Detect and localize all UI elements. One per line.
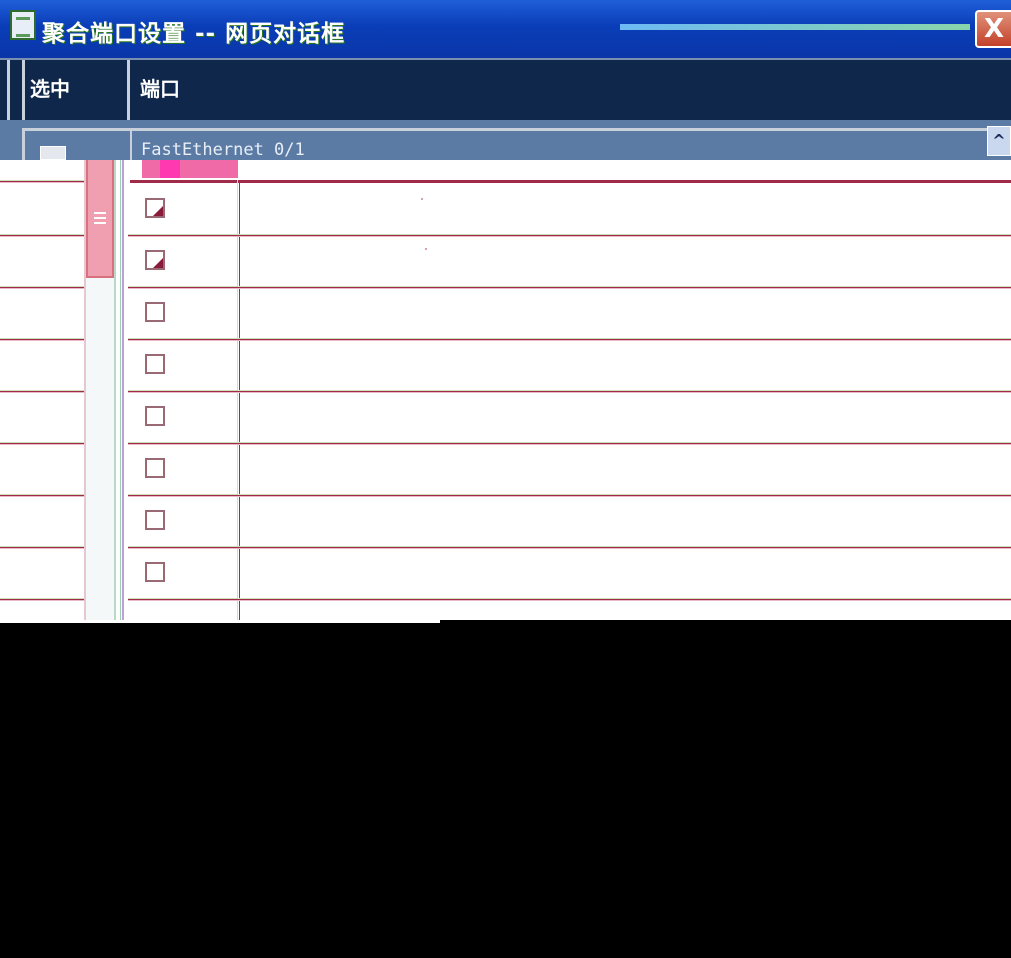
column-header-port[interactable]: 端口 [140,60,180,120]
row-separator [128,442,1011,445]
title-bar-decoration [620,24,970,30]
window-title: 聚合端口设置 -- 网页对话框 [42,21,346,47]
title-bar: 聚合端口设置 -- 网页对话框 X [0,0,1011,60]
port-list [0,160,1011,620]
row-separator [0,180,84,183]
row-separator [0,494,84,497]
row-checkbox[interactable] [145,250,165,270]
row-separator [128,338,1011,341]
row-checkbox[interactable] [40,146,66,160]
row-checkbox[interactable] [145,406,165,426]
row-separator [0,390,84,393]
row-separator [0,234,84,237]
row-checkbox[interactable] [145,198,165,218]
grip-icon [94,212,106,224]
row-separator [128,494,1011,497]
column-header-select[interactable]: 选中 [22,60,130,120]
header-left-edge [0,60,10,120]
row-checkbox[interactable] [145,354,165,374]
row-checkbox[interactable] [145,458,165,478]
row-separator [128,234,1011,237]
row-checkbox[interactable] [145,562,165,582]
row-checkbox[interactable] [145,510,165,530]
row-separator [128,546,1011,549]
row-separator [0,598,84,601]
list-top-border [130,180,1011,183]
row-separator [0,546,84,549]
artifact-dot [425,248,427,250]
row-separator [128,598,1011,601]
table-header: 选中 端口 [0,60,1011,120]
column-divider [130,128,132,160]
row-separator [0,286,84,289]
row-separator [0,442,84,445]
column-divider [237,180,240,620]
row-separator [128,286,1011,289]
document-icon [10,10,36,40]
scroll-up-button[interactable]: ^ [987,126,1011,156]
row-separator [128,390,1011,393]
list-bottom-edge [0,620,440,623]
row-checkbox[interactable] [145,302,165,322]
port-name: FastEthernet 0/1 [141,140,305,160]
pane-divider [120,160,124,620]
artifact-dot [421,198,423,200]
row-separator [0,338,84,341]
close-button[interactable]: X [975,10,1011,48]
list-header-tab [142,160,238,178]
